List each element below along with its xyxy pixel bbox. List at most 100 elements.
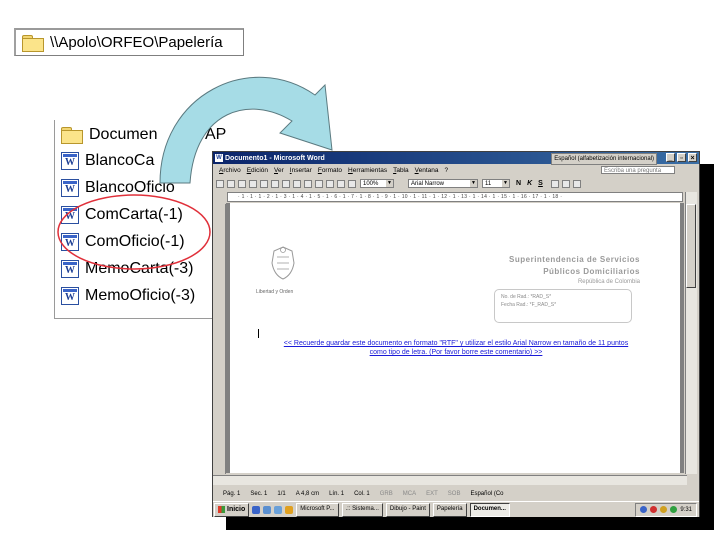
dropdown-arrow-icon: ▼ — [470, 180, 477, 187]
internet-explorer-icon[interactable] — [252, 505, 261, 514]
font-size-value: 11 — [485, 181, 492, 187]
bold-button[interactable]: N — [516, 180, 521, 187]
list-item[interactable]: W ComCarta(-1) — [61, 204, 183, 226]
menu-tabla[interactable]: Tabla — [393, 167, 409, 174]
dropdown-arrow-icon: ▼ — [386, 180, 393, 187]
menu-insertar[interactable]: Insertar — [290, 167, 312, 174]
align-left-icon[interactable] — [550, 179, 559, 188]
notice-line2: como tipo de letra. (Por favor borre est… — [369, 349, 543, 356]
italic-button[interactable]: K — [527, 180, 532, 187]
folder-icon — [22, 34, 44, 52]
menu-formato[interactable]: Formato — [318, 167, 342, 174]
permission-icon[interactable] — [249, 179, 257, 188]
word-window[interactable]: W Documento1 - Microsoft Word Español (a… — [212, 151, 700, 517]
status-mca[interactable]: MCA — [403, 491, 416, 497]
system-tray: 9:31 — [635, 502, 697, 517]
folder-path-box[interactable]: \\Apolo\ORFEO\Papelería — [14, 28, 244, 56]
tray-antivirus-icon[interactable] — [650, 506, 658, 513]
copy-icon[interactable] — [304, 179, 312, 188]
scroll-thumb[interactable] — [686, 204, 696, 288]
menu-ver[interactable]: Ver — [274, 167, 284, 174]
list-item[interactable]: W ComOficio(-1) — [61, 231, 185, 253]
align-center-icon[interactable] — [561, 179, 570, 188]
notice-line1: << Recuerde guardar este documento en fo… — [283, 340, 629, 347]
menu-herramientas[interactable]: Herramientas — [348, 167, 387, 174]
radicado-number: No. de Rad.: *RAD_S* — [501, 294, 552, 300]
cut-icon[interactable] — [293, 179, 301, 188]
task-papeleria[interactable]: Papelería — [432, 502, 467, 517]
close-button[interactable]: × — [688, 153, 697, 162]
document-page[interactable]: Libertad y Orden Superintendencia de Ser… — [230, 203, 680, 473]
status-page: Pág. 1 — [223, 491, 241, 497]
zoom-select[interactable]: 100% ▼ — [360, 179, 394, 188]
menu-edicion[interactable]: Edición — [247, 167, 268, 174]
folder-icon — [61, 127, 83, 144]
task-sistema[interactable]: .:: Sistema... — [341, 502, 383, 517]
status-bar: Pág. 1 Sec. 1 1/1 A 4,8 cm Lín. 1 Col. 1… — [213, 488, 699, 500]
outlook-icon[interactable] — [263, 505, 272, 514]
table-icon[interactable] — [348, 179, 356, 188]
document-area[interactable]: Libertad y Orden Superintendencia de Ser… — [226, 203, 684, 473]
language-indicator[interactable]: Español (alfabetización internacional) — [551, 153, 657, 165]
window-titlebar[interactable]: W Documento1 - Microsoft Word Español (a… — [213, 152, 699, 165]
task-paint[interactable]: Dibujo - Paint — [385, 502, 430, 517]
status-line: Lín. 1 — [329, 491, 345, 497]
print-icon[interactable] — [260, 179, 268, 188]
list-item[interactable]: W MemoOficio(-3) — [61, 285, 195, 307]
folder-path-text: \\Apolo\ORFEO\Papelería — [50, 34, 223, 51]
minimize-button[interactable]: _ — [666, 153, 675, 162]
tray-messenger-icon[interactable] — [670, 506, 678, 513]
radicado-box: No. de Rad.: *RAD_S* Fecha Rad.: *F_RAD_… — [494, 289, 632, 323]
show-desktop-icon[interactable] — [274, 505, 283, 514]
help-question-input[interactable]: Escriba una pregunta — [601, 166, 675, 174]
menu-help[interactable]: ? — [445, 167, 449, 174]
ruler-ticks: · 1 · 1 · 1 · 2 · 1 · 3 · 1 · 4 · 1 · 5 … — [238, 194, 563, 200]
windows-logo-icon — [218, 506, 225, 513]
menu-archivo[interactable]: Archivo — [219, 167, 241, 174]
horizontal-scrollbar[interactable] — [213, 475, 687, 485]
menu-bar: Archivo Edición Ver Insertar Formato Her… — [213, 165, 699, 176]
file-label: ComOficio(-1) — [85, 233, 185, 250]
save-icon[interactable] — [238, 179, 246, 188]
underline-button[interactable]: S — [538, 180, 543, 187]
font-size-select[interactable]: 11 ▼ — [482, 179, 510, 188]
text-cursor — [258, 329, 259, 338]
font-value: Arial Narrow — [411, 181, 445, 187]
spelling-icon[interactable] — [282, 179, 290, 188]
task-documento[interactable]: Documen... — [469, 502, 510, 517]
tray-volume-icon[interactable] — [660, 506, 668, 513]
word-app-icon: W — [215, 154, 223, 162]
taskbar: Inicio Microsoft P... .:: Sistema... Dib… — [213, 501, 699, 517]
status-ext[interactable]: EXT — [426, 491, 438, 497]
file-label: ComCarta(-1) — [85, 206, 183, 223]
formatting-toolbar: 100% ▼ Arial Narrow ▼ 11 ▼ N K S — [213, 177, 699, 190]
undo-icon[interactable] — [326, 179, 334, 188]
vertical-scrollbar[interactable] — [685, 192, 697, 474]
start-label: Inicio — [227, 506, 246, 513]
status-sob[interactable]: SOB — [448, 491, 461, 497]
align-right-icon[interactable] — [572, 179, 581, 188]
template-notice[interactable]: << Recuerde guardar este documento en fo… — [266, 339, 646, 357]
hyperlink-icon[interactable] — [337, 179, 345, 188]
list-item[interactable]: W MemoCarta(-3) — [61, 258, 193, 280]
print-preview-icon[interactable] — [271, 179, 279, 188]
clock: 9:31 — [680, 506, 692, 513]
file-label: MemoOficio(-3) — [85, 287, 196, 304]
vertical-ruler[interactable] — [213, 204, 226, 474]
menu-ventana[interactable]: Ventana — [415, 167, 439, 174]
word-doc-icon: W — [61, 233, 79, 251]
task-microsoft-powerpoint[interactable]: Microsoft P... — [296, 502, 339, 517]
horizontal-ruler[interactable]: · 1 · 1 · 1 · 2 · 1 · 3 · 1 · 4 · 1 · 5 … — [227, 192, 683, 202]
maximize-button[interactable]: ▫ — [677, 153, 686, 162]
new-document-icon[interactable] — [216, 179, 224, 188]
media-player-icon[interactable] — [285, 505, 294, 514]
word-doc-icon: W — [61, 179, 79, 197]
open-folder-icon[interactable] — [227, 179, 235, 188]
start-button[interactable]: Inicio — [214, 502, 250, 517]
paste-icon[interactable] — [315, 179, 323, 188]
word-doc-icon: W — [61, 260, 79, 278]
status-grb[interactable]: GRB — [380, 491, 393, 497]
tray-network-icon[interactable] — [640, 506, 648, 513]
font-select[interactable]: Arial Narrow ▼ — [408, 179, 478, 188]
radicado-date: Fecha Rad.: *F_RAD_S* — [501, 302, 557, 308]
